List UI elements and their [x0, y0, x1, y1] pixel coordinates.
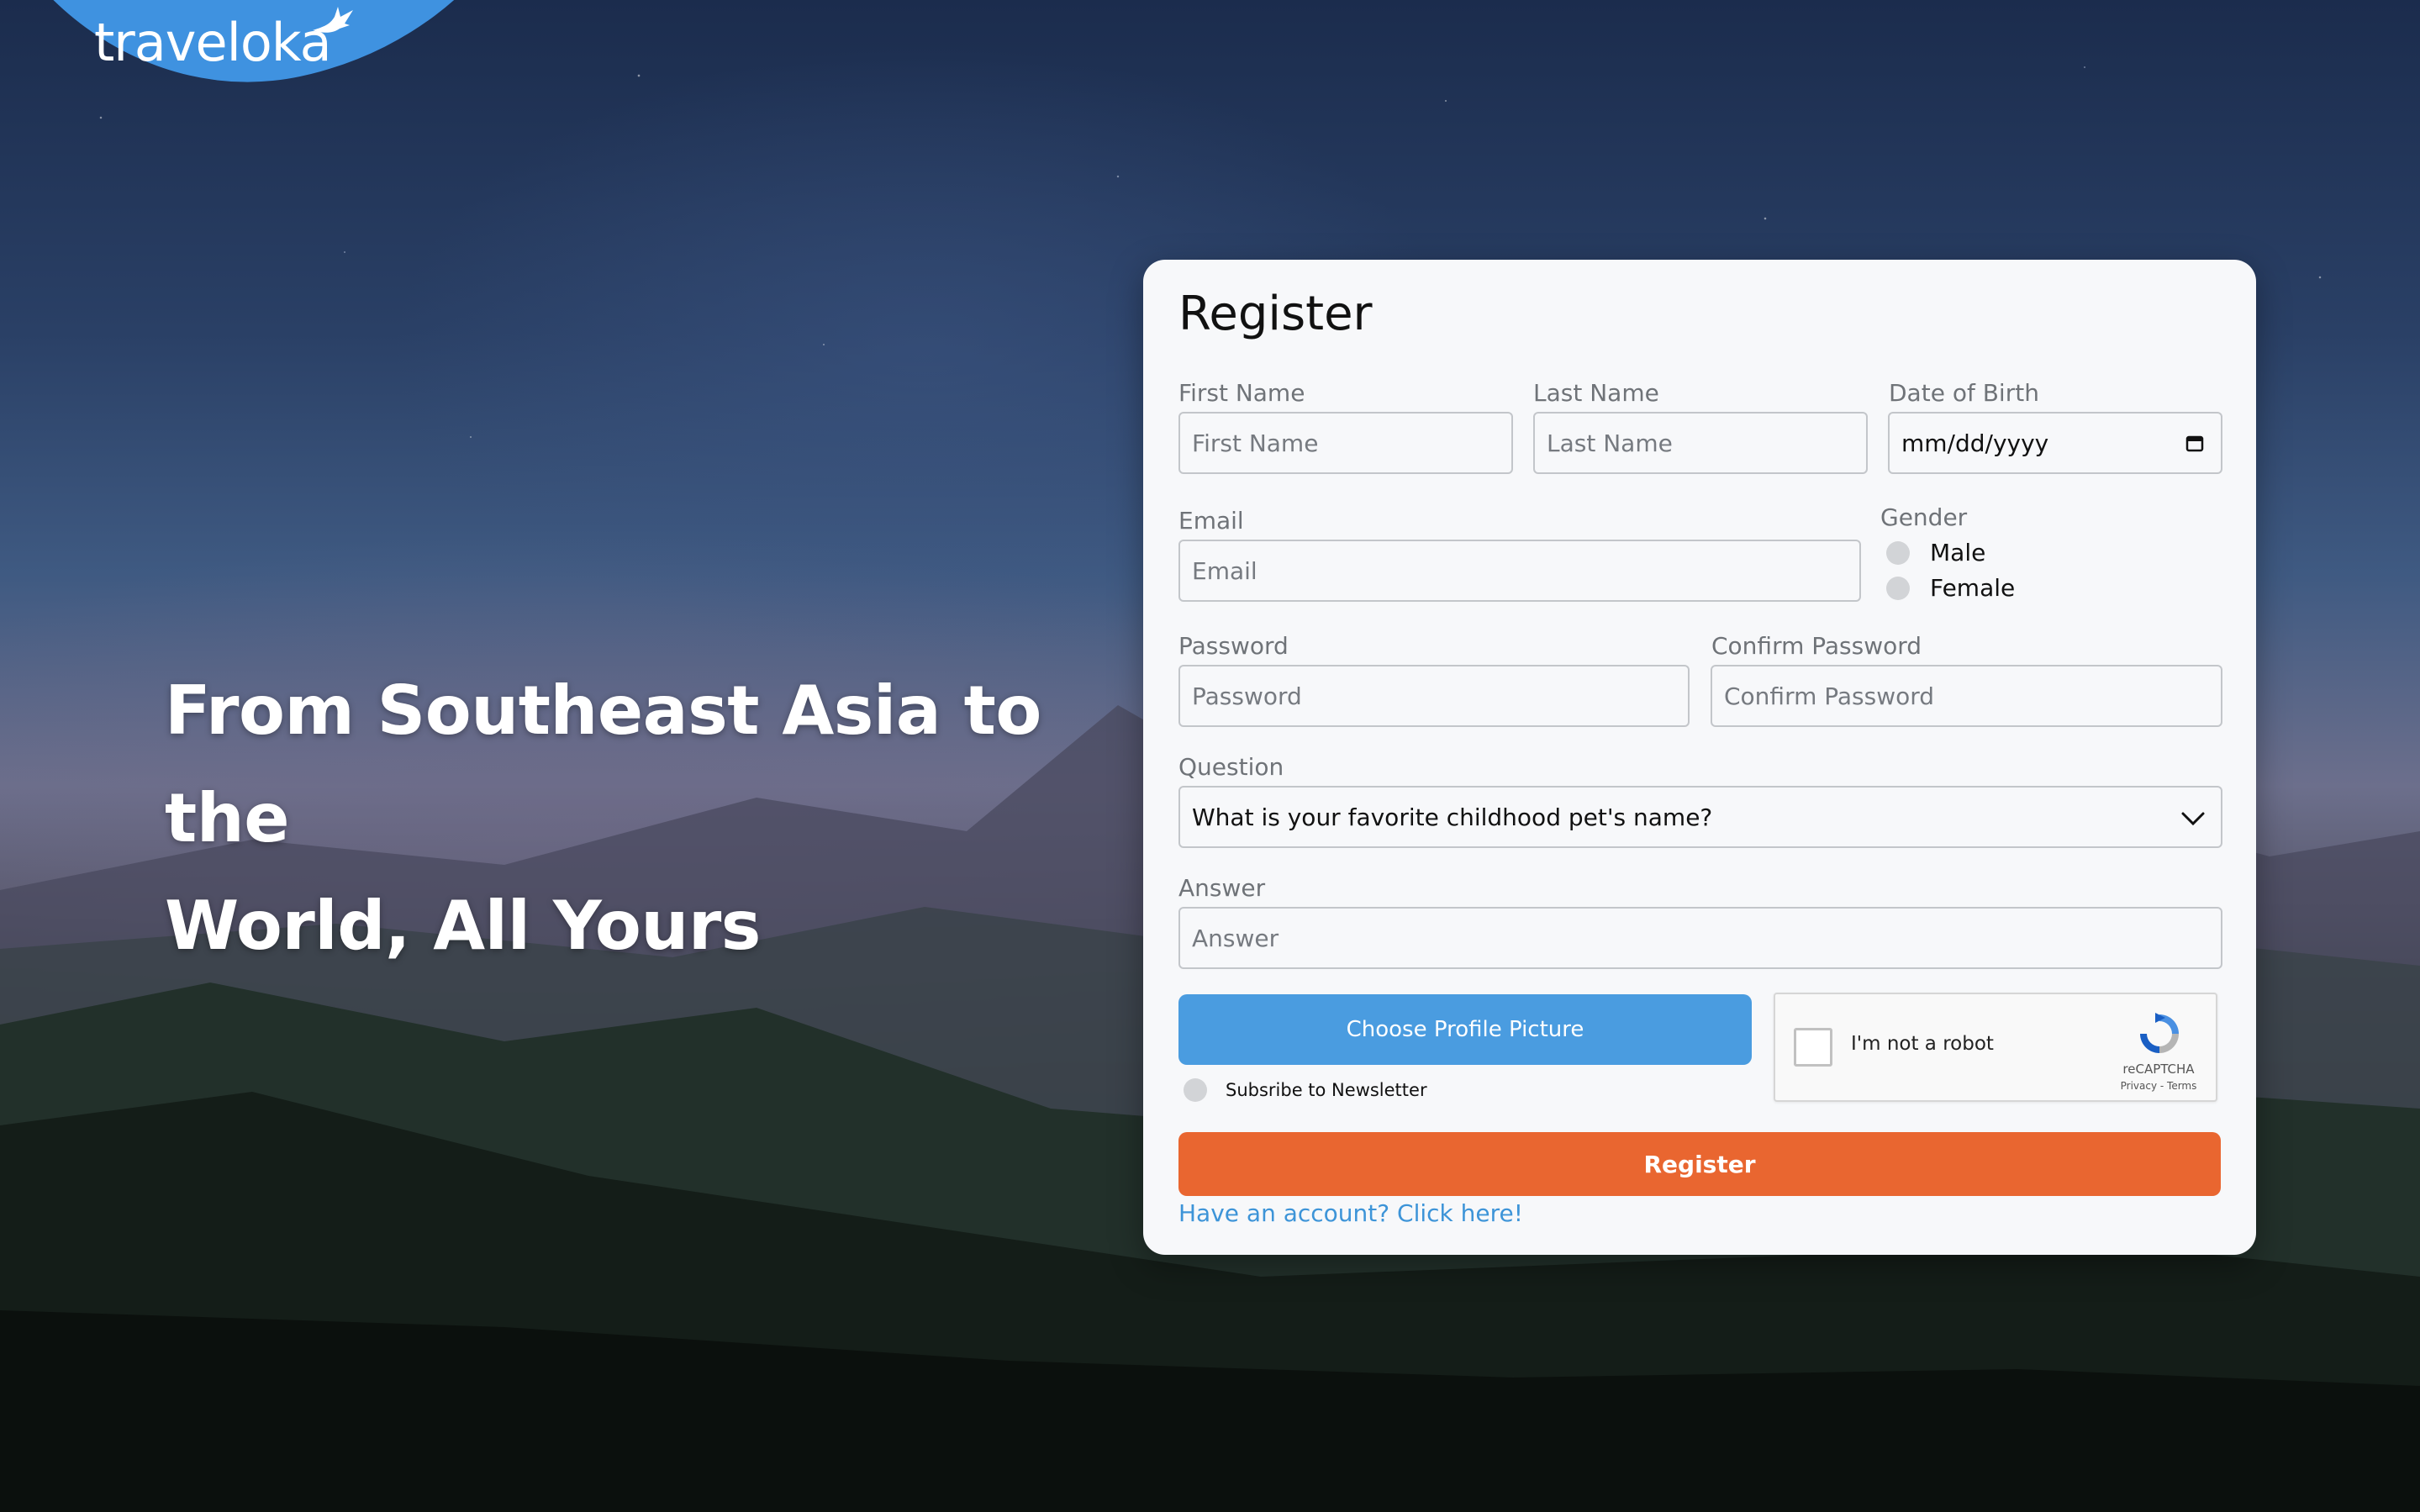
hero-headline: From Southeast Asia to the World, All Yo…: [165, 657, 1089, 980]
female-radio[interactable]: [1886, 576, 1910, 600]
answer-label: Answer: [1178, 874, 1266, 902]
dob-value: mm/dd/yyyy: [1901, 429, 2049, 457]
password-label: Password: [1178, 632, 1289, 660]
email-field[interactable]: Email: [1178, 540, 1861, 602]
email-label: Email: [1178, 507, 1244, 535]
chevron-down-icon: [2181, 812, 2205, 826]
confirm-password-label: Confirm Password: [1711, 632, 1922, 660]
brand-logo[interactable]: traveloka: [94, 12, 332, 73]
recaptcha-brand: reCAPTCHA: [2122, 1062, 2195, 1077]
password-field[interactable]: Password: [1178, 665, 1690, 727]
calendar-icon[interactable]: [2185, 434, 2204, 452]
question-selected: What is your favorite childhood pet's na…: [1192, 803, 1713, 831]
gender-option-female[interactable]: Female: [1886, 574, 2015, 602]
first-name-placeholder: First Name: [1192, 429, 1319, 457]
gender-label: Gender: [1880, 503, 1968, 531]
choose-profile-picture-button[interactable]: Choose Profile Picture: [1178, 994, 1752, 1065]
last-name-field[interactable]: Last Name: [1533, 412, 1868, 474]
recaptcha-label: I'm not a robot: [1851, 1033, 1994, 1055]
register-button[interactable]: Register: [1178, 1132, 2221, 1196]
answer-placeholder: Answer: [1192, 924, 1279, 952]
question-label: Question: [1178, 753, 1284, 781]
bird-icon: [313, 7, 353, 33]
question-select[interactable]: What is your favorite childhood pet's na…: [1178, 786, 2222, 848]
gender-option-male[interactable]: Male: [1886, 539, 1985, 566]
answer-field[interactable]: Answer: [1178, 907, 2222, 969]
recaptcha-links[interactable]: Privacy - Terms: [2117, 1080, 2201, 1092]
last-name-placeholder: Last Name: [1547, 429, 1673, 457]
male-radio[interactable]: [1886, 540, 1910, 565]
first-name-field[interactable]: First Name: [1178, 412, 1513, 474]
first-name-label: First Name: [1178, 379, 1305, 407]
password-placeholder: Password: [1192, 682, 1302, 710]
register-title: Register: [1178, 287, 1373, 341]
female-label: Female: [1930, 574, 2016, 602]
dob-field[interactable]: mm/dd/yyyy: [1888, 412, 2222, 474]
hero-line-1: From Southeast Asia to the: [165, 672, 1041, 857]
recaptcha-widget: I'm not a robot reCAPTCHA Privacy - Term…: [1774, 993, 2217, 1102]
confirm-password-field[interactable]: Confirm Password: [1711, 665, 2222, 727]
recaptcha-icon: [2140, 1013, 2179, 1053]
confirm-password-placeholder: Confirm Password: [1724, 682, 1935, 710]
newsletter-label: Subsribe to Newsletter: [1226, 1080, 1427, 1100]
newsletter-option[interactable]: Subsribe to Newsletter: [1184, 1078, 1427, 1102]
email-placeholder: Email: [1192, 556, 1257, 585]
hero-line-2: World, All Yours: [165, 887, 761, 965]
newsletter-radio[interactable]: [1184, 1078, 1207, 1102]
male-label: Male: [1930, 539, 1986, 566]
dob-label: Date of Birth: [1889, 379, 2039, 407]
register-card: Register First Name First Name Last Name…: [1143, 260, 2256, 1255]
last-name-label: Last Name: [1533, 379, 1659, 407]
recaptcha-checkbox[interactable]: [1794, 1028, 1832, 1067]
login-link[interactable]: Have an account? Click here!: [1178, 1199, 1523, 1227]
